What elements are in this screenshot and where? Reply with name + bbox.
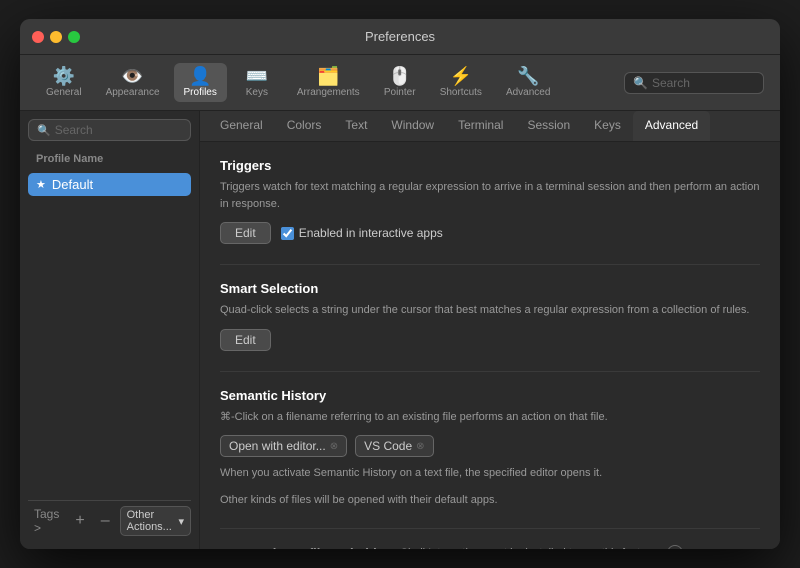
toolbar-item-advanced[interactable]: 🔧 Advanced [496,63,560,102]
maximize-button[interactable] [68,31,80,43]
toolbar-search-input[interactable] [652,76,755,90]
auto-profile-section: Automatic Profile Switching Shell Integr… [220,545,760,549]
sidebar-search-icon: 🔍 [37,124,51,137]
profiles-icon: 👤 [189,67,211,85]
vscode-dropdown-label: VS Code [364,439,412,453]
tab-text[interactable]: Text [333,111,379,141]
profile-item-label: Default [52,177,93,192]
smart-selection-action-row: Edit [220,329,760,351]
divider-3 [220,528,760,529]
profile-column-header: Profile Name [28,149,191,169]
sidebar-footer: Tags > + – Other Actions... ▾ [28,500,191,541]
smart-selection-section: Smart Selection Quad-click selects a str… [220,281,760,351]
tab-colors[interactable]: Colors [275,111,334,141]
smart-selection-description: Quad-click selects a string under the cu… [220,302,760,319]
other-actions-button[interactable]: Other Actions... ▾ [120,506,191,536]
triggers-checkbox-text: Enabled in interactive apps [299,226,443,240]
tab-keys[interactable]: Keys [582,111,633,141]
tab-terminal[interactable]: Terminal [446,111,515,141]
aps-title: Automatic Profile Switching [220,546,393,550]
toolbar-search-icon: 🔍 [633,76,648,90]
main-content: 🔍 Profile Name ★ Default Tags > + – Othe… [20,111,780,549]
other-actions-chevron: ▾ [178,515,184,528]
semantic-history-note-2: Other kinds of files will be opened with… [220,492,760,509]
pointer-icon: 🖱️ [388,67,410,85]
content-area: Triggers Triggers watch for text matchin… [200,142,780,549]
arrangements-icon: 🗂️ [317,67,339,85]
toolbar-item-profiles[interactable]: 👤 Profiles [174,63,227,102]
toolbar-item-keys[interactable]: ⌨️ Keys [231,63,283,102]
appearance-icon: 👁️ [121,67,143,85]
other-actions-label: Other Actions... [127,509,177,533]
profile-item-default[interactable]: ★ Default [28,173,191,196]
toolbar-label-profiles: Profiles [184,87,217,98]
smart-selection-edit-button[interactable]: Edit [220,329,271,351]
toolbar-label-advanced: Advanced [506,87,550,98]
aps-help-icon[interactable]: ? [667,545,683,549]
semantic-history-title: Semantic History [220,388,760,403]
editor-dropdown[interactable]: Open with editor... ⊗ [220,435,347,457]
toolbar-label-pointer: Pointer [384,87,416,98]
divider-2 [220,371,760,372]
triggers-checkbox-label[interactable]: Enabled in interactive apps [281,226,443,240]
triggers-title: Triggers [220,158,760,173]
sidebar: 🔍 Profile Name ★ Default Tags > + – Othe… [20,111,200,549]
tab-window[interactable]: Window [379,111,446,141]
general-icon: ⚙️ [53,67,75,85]
semantic-history-cmd-desc: ⌘-Click on a filename referring to an ex… [220,409,760,426]
right-panel: General Colors Text Window Terminal Sess… [200,111,780,549]
smart-selection-title: Smart Selection [220,281,760,296]
toolbar-item-appearance[interactable]: 👁️ Appearance [96,63,170,102]
vscode-dropdown[interactable]: VS Code ⊗ [355,435,433,457]
toolbar-label-general: General [46,87,82,98]
titlebar: Preferences [20,19,780,55]
advanced-icon: 🔧 [517,67,539,85]
aps-header: Automatic Profile Switching Shell Integr… [220,545,760,549]
toolbar-label-appearance: Appearance [106,87,160,98]
remove-profile-button[interactable]: – [95,510,116,532]
toolbar-item-arrangements[interactable]: 🗂️ Arrangements [287,63,370,102]
toolbar-item-general[interactable]: ⚙️ General [36,63,92,102]
minimize-button[interactable] [50,31,62,43]
sidebar-search-input[interactable] [55,123,182,137]
tab-general[interactable]: General [208,111,275,141]
semantic-history-row: Open with editor... ⊗ VS Code ⊗ [220,435,760,457]
semantic-history-note-1: When you activate Semantic History on a … [220,465,760,482]
toolbar-label-keys: Keys [246,87,268,98]
traffic-lights [32,31,80,43]
divider-1 [220,264,760,265]
toolbar-item-shortcuts[interactable]: ⚡ Shortcuts [430,63,492,102]
add-profile-button[interactable]: + [69,510,90,532]
vscode-dropdown-chevron: ⊗ [416,441,424,452]
triggers-action-row: Edit Enabled in interactive apps [220,222,760,244]
close-button[interactable] [32,31,44,43]
toolbar-item-pointer[interactable]: 🖱️ Pointer [374,63,426,102]
toolbar: ⚙️ General 👁️ Appearance 👤 Profiles ⌨️ K… [20,55,780,111]
tab-advanced[interactable]: Advanced [633,111,710,141]
tab-session[interactable]: Session [515,111,582,141]
triggers-edit-button[interactable]: Edit [220,222,271,244]
tab-bar: General Colors Text Window Terminal Sess… [200,111,780,142]
triggers-checkbox[interactable] [281,227,294,240]
toolbar-label-shortcuts: Shortcuts [440,87,482,98]
aps-note: Shell Integration must be installed to u… [401,547,660,549]
toolbar-label-arrangements: Arrangements [297,87,360,98]
triggers-description: Triggers watch for text matching a regul… [220,179,760,212]
keys-icon: ⌨️ [246,67,268,85]
preferences-window: Preferences ⚙️ General 👁️ Appearance 👤 P… [20,19,780,549]
semantic-history-section: Semantic History ⌘-Click on a filename r… [220,388,760,509]
profile-star-icon: ★ [36,178,46,191]
sidebar-search-box[interactable]: 🔍 [28,119,191,141]
window-title: Preferences [365,29,435,44]
tags-button[interactable]: Tags > [28,505,65,537]
toolbar-search[interactable]: 🔍 [624,72,764,94]
editor-dropdown-label: Open with editor... [229,439,326,453]
triggers-section: Triggers Triggers watch for text matchin… [220,158,760,244]
shortcuts-icon: ⚡ [450,67,472,85]
editor-dropdown-chevron: ⊗ [330,441,338,452]
